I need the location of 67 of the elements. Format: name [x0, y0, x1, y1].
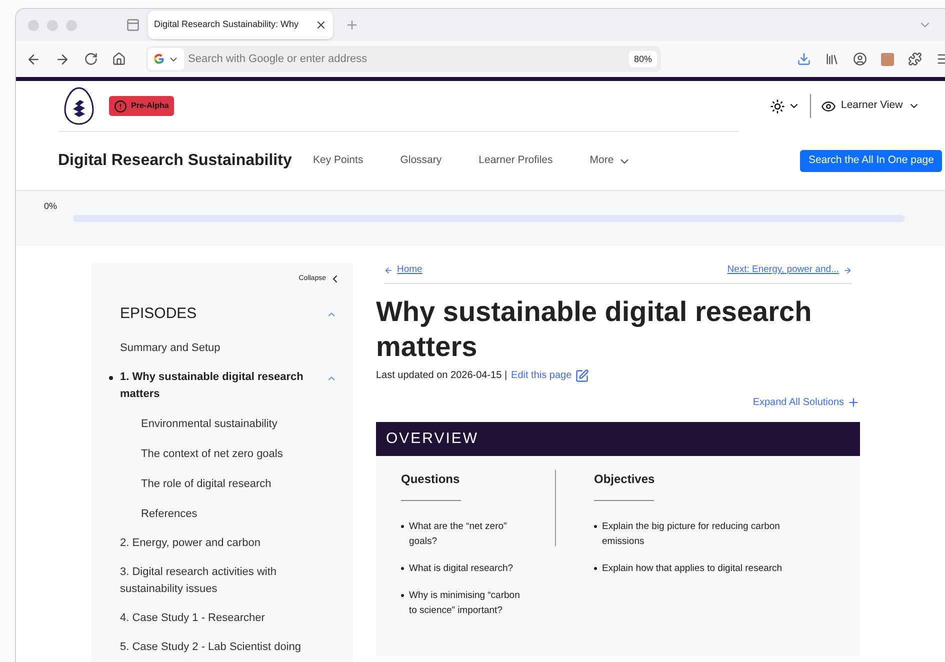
home-link[interactable]: Home	[384, 263, 422, 278]
download-icon[interactable]	[797, 52, 811, 66]
section-link[interactable]: Environmental sustainability	[141, 416, 341, 432]
list-item-text: What is digital research?	[409, 562, 514, 576]
plus-icon	[847, 396, 860, 410]
episode-link[interactable]: 4. Case Study 1 - Researcher	[109, 610, 341, 626]
extensions-icon[interactable]	[908, 52, 922, 66]
edit-page-link[interactable]: Edit this page	[511, 368, 589, 384]
list-item-text: Explain the big picture for reducing carbon emissions	[602, 520, 781, 550]
tab-overview-icon[interactable]	[126, 18, 140, 32]
bullet-icon	[594, 567, 597, 570]
address-field[interactable]: Search with Google or enter address 80%	[146, 46, 661, 72]
nav-link[interactable]: Learner Profiles	[478, 153, 553, 169]
list-item-text: Why is minimising “carbon to science” important?	[409, 589, 521, 618]
eye-icon	[821, 98, 836, 114]
reload-icon[interactable]	[84, 52, 98, 66]
nav-link[interactable]: Key Points	[313, 153, 364, 169]
section-link[interactable]: The role of digital research	[141, 476, 341, 492]
section-link[interactable]: References	[141, 506, 341, 522]
arrow-right-icon	[843, 266, 852, 275]
bullet-icon	[594, 525, 597, 528]
close-icon[interactable]	[315, 19, 327, 31]
edit-icon	[574, 368, 589, 383]
sun-icon	[770, 98, 785, 114]
episode-link[interactable]: 1. Why sustainable digital research matters	[109, 368, 316, 402]
episodes-heading[interactable]: EPISODES	[120, 303, 197, 326]
bullet-icon	[109, 376, 113, 380]
search-engine-button[interactable]	[148, 48, 184, 70]
episode-link[interactable]: 2. Energy, power and carbon	[109, 534, 341, 552]
episode-link[interactable]: 5. Case Study 2 - Lab Scientist doing	[109, 638, 341, 656]
alert-icon	[114, 100, 127, 112]
view-toggle[interactable]: Learner View	[821, 98, 920, 114]
nav-link[interactable]: Glossary	[400, 153, 442, 169]
page-title: Why sustainable digital research matters	[376, 295, 813, 364]
episode-link[interactable]: Summary and Setup	[109, 340, 341, 356]
last-updated-text: Last updated on 2026-04-15 |	[376, 369, 508, 384]
back-icon[interactable]	[26, 52, 41, 66]
column-heading: Questions	[401, 471, 461, 488]
address-input[interactable]: Search with Google or enter address	[188, 50, 629, 68]
logo-icon	[64, 87, 94, 125]
extension-icon[interactable]	[881, 52, 894, 66]
zoom-level-button[interactable]: 80%	[628, 51, 657, 67]
overview-heading: OVERVIEW	[386, 429, 479, 449]
library-icon[interactable]	[825, 52, 839, 66]
next-episode-link[interactable]: Next: Energy, power and...	[727, 263, 852, 278]
home-icon[interactable]	[112, 52, 126, 66]
new-tab-icon[interactable]	[345, 18, 359, 32]
column-heading: Objectives	[594, 471, 656, 488]
arrow-left-icon	[384, 266, 393, 275]
list-item-text: What are the “net zero” goals?	[409, 520, 508, 550]
theme-toggle[interactable]	[770, 98, 800, 114]
google-logo-icon	[153, 53, 165, 65]
section-link[interactable]: The context of net zero goals	[141, 446, 341, 462]
bullet-icon	[401, 525, 404, 528]
browser-tab[interactable]: Digital Research Sustainability: Why	[148, 11, 333, 39]
progress-reading: 0%	[44, 200, 58, 213]
forward-icon[interactable]	[55, 52, 70, 66]
search-button[interactable]: Search the All In One page	[800, 150, 942, 172]
account-icon[interactable]	[853, 52, 867, 66]
expand-all-link[interactable]: Expand All Solutions	[752, 395, 860, 410]
pre-alpha-badge: Pre-Alpha	[109, 96, 174, 116]
episode-link[interactable]: 3. Digital research activities with sustainability issues	[109, 564, 341, 598]
site-title[interactable]: Digital Research Sustainability	[58, 149, 313, 173]
nav-link[interactable]: More	[590, 153, 631, 169]
list-item-text: Explain how that applies to digital research	[602, 562, 782, 576]
bullet-icon	[401, 567, 404, 570]
bullet-icon	[401, 594, 404, 598]
